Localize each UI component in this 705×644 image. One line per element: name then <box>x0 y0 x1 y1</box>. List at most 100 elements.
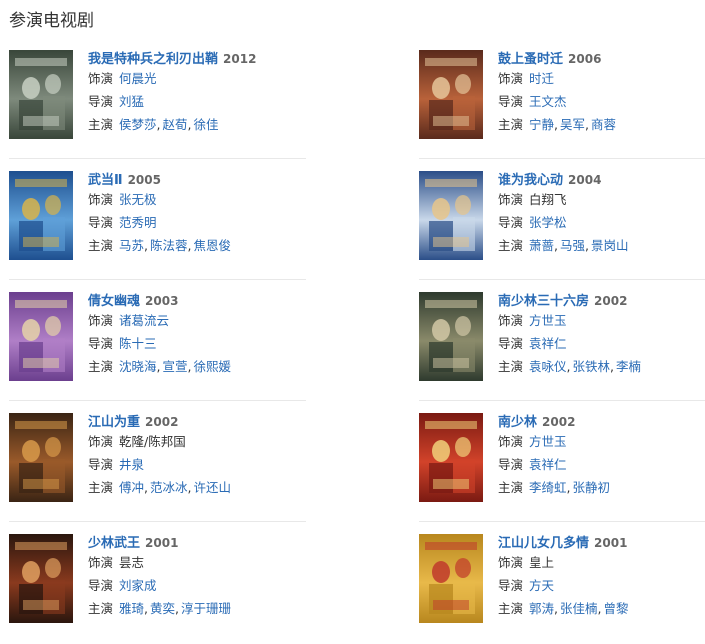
star-link[interactable]: 许还山 <box>194 480 232 495</box>
role-label: 饰演 <box>498 192 524 207</box>
drama-title-link[interactable]: 少林武王 <box>88 536 140 551</box>
star-link[interactable]: 萧蔷 <box>529 238 554 253</box>
drama-title-link[interactable]: 我是特种兵之利刃出鞘 <box>88 52 218 67</box>
star-link[interactable]: 马苏 <box>119 238 144 253</box>
drama-poster[interactable] <box>9 171 73 260</box>
director-link[interactable]: 袁祥仁 <box>529 336 567 351</box>
drama-title-link[interactable]: 倩女幽魂 <box>88 294 140 309</box>
role-name[interactable]: 时迁 <box>529 71 554 86</box>
star-separator: , <box>566 359 571 374</box>
star-link[interactable]: 张铁林 <box>573 359 611 374</box>
role-name[interactable]: 方世玉 <box>529 434 567 449</box>
role-name: 乾隆/陈邦国 <box>119 434 186 449</box>
director-label: 导演 <box>498 94 524 109</box>
drama-poster[interactable] <box>9 50 73 139</box>
star-link[interactable]: 李绮虹 <box>529 480 567 495</box>
star-link[interactable]: 张佳楠 <box>560 601 598 616</box>
stars-label: 主演 <box>498 117 524 132</box>
star-link[interactable]: 马强 <box>560 238 585 253</box>
star-link[interactable]: 徐佳 <box>194 117 219 132</box>
director-label: 导演 <box>498 336 524 351</box>
drama-poster[interactable] <box>419 50 483 139</box>
drama-poster[interactable] <box>9 413 73 502</box>
drama-title-link[interactable]: 南少林三十六房 <box>498 294 589 309</box>
role-row: 饰演 昙志 <box>88 551 306 574</box>
star-link[interactable]: 商蓉 <box>591 117 616 132</box>
director-link[interactable]: 王文杰 <box>529 94 567 109</box>
star-separator: , <box>156 117 161 132</box>
star-link[interactable]: 张静初 <box>573 480 611 495</box>
director-label: 导演 <box>498 215 524 230</box>
director-row: 导演 范秀明 <box>88 211 306 234</box>
drama-info: 我是特种兵之利刃出鞘 2012 饰演 何晨光 导演 刘猛 主演 侯梦莎, 赵荀, 徐佳 <box>88 50 306 136</box>
director-link[interactable]: 袁祥仁 <box>529 457 567 472</box>
drama-poster[interactable] <box>419 292 483 381</box>
director-row: 导演 井泉 <box>88 453 306 476</box>
drama-year: 2002 <box>145 415 179 429</box>
star-link[interactable]: 侯梦莎 <box>119 117 157 132</box>
stars-label: 主演 <box>498 480 524 495</box>
star-link[interactable]: 宁静 <box>529 117 554 132</box>
star-separator: , <box>554 601 559 616</box>
drama-poster[interactable] <box>9 292 73 381</box>
drama-title-link[interactable]: 江山为重 <box>88 415 140 430</box>
director-link[interactable]: 井泉 <box>119 457 144 472</box>
drama-year: 2003 <box>145 294 179 308</box>
star-link[interactable]: 陈法蓉 <box>150 238 188 253</box>
director-label: 导演 <box>88 457 114 472</box>
star-link[interactable]: 李楠 <box>616 359 641 374</box>
star-link[interactable]: 雅琦 <box>119 601 144 616</box>
drama-year: 2005 <box>127 173 161 187</box>
drama-item: 鼓上蚤时迁 2006 饰演 时迁 导演 王文杰 主演 宁静, 吴军, 商蓉 <box>419 50 705 160</box>
star-link[interactable]: 景岗山 <box>591 238 629 253</box>
drama-title-link[interactable]: 南少林 <box>498 415 537 430</box>
title-line: 我是特种兵之利刃出鞘 2012 <box>88 49 306 67</box>
star-separator: , <box>566 480 571 495</box>
title-line: 少林武王 2001 <box>88 533 306 551</box>
director-link[interactable]: 刘家成 <box>119 578 157 593</box>
star-link[interactable]: 曾黎 <box>604 601 629 616</box>
drama-year: 2002 <box>594 294 628 308</box>
star-link[interactable]: 宣萱 <box>163 359 188 374</box>
star-link[interactable]: 淳于珊珊 <box>181 601 231 616</box>
drama-year: 2001 <box>145 536 179 550</box>
director-row: 导演 刘家成 <box>88 574 306 597</box>
drama-poster[interactable] <box>9 534 73 623</box>
drama-item: 倩女幽魂 2003 饰演 诸葛流云 导演 陈十三 主演 沈晓海, 宣萱, 徐熙媛 <box>9 292 306 402</box>
drama-info: 南少林 2002 饰演 方世玉 导演 袁祥仁 主演 李绮虹, 张静初 <box>498 413 705 499</box>
star-link[interactable]: 焦恩俊 <box>194 238 232 253</box>
drama-poster[interactable] <box>419 534 483 623</box>
drama-info: 少林武王 2001 饰演 昙志 导演 刘家成 主演 雅琦, 黄奕, 淳于珊珊 <box>88 534 306 620</box>
role-row: 饰演 乾隆/陈邦国 <box>88 430 306 453</box>
role-name[interactable]: 张无极 <box>119 192 157 207</box>
star-link[interactable]: 傅冲 <box>119 480 144 495</box>
drama-title-link[interactable]: 鼓上蚤时迁 <box>498 52 563 67</box>
director-link[interactable]: 张学松 <box>529 215 567 230</box>
drama-title-link[interactable]: 江山儿女几多情 <box>498 536 589 551</box>
poster-art <box>419 50 483 139</box>
director-link[interactable]: 范秀明 <box>119 215 157 230</box>
director-row: 导演 王文杰 <box>498 90 705 113</box>
star-link[interactable]: 赵荀 <box>163 117 188 132</box>
drama-title-link[interactable]: 武当Ⅱ <box>88 173 123 188</box>
drama-poster[interactable] <box>419 413 483 502</box>
star-link[interactable]: 沈晓海 <box>119 359 157 374</box>
star-link[interactable]: 徐熙媛 <box>194 359 232 374</box>
role-name[interactable]: 何晨光 <box>119 71 157 86</box>
drama-poster[interactable] <box>419 171 483 260</box>
star-link[interactable]: 范冰冰 <box>150 480 188 495</box>
role-name[interactable]: 诸葛流云 <box>119 313 169 328</box>
role-name[interactable]: 方世玉 <box>529 313 567 328</box>
star-link[interactable]: 黄奕 <box>150 601 175 616</box>
role-row: 饰演 方世玉 <box>498 309 705 332</box>
title-line: 鼓上蚤时迁 2006 <box>498 49 705 67</box>
stars-label: 主演 <box>88 480 114 495</box>
star-link[interactable]: 吴军 <box>560 117 585 132</box>
star-link[interactable]: 袁咏仪 <box>529 359 567 374</box>
stars-row: 主演 侯梦莎, 赵荀, 徐佳 <box>88 113 306 136</box>
star-link[interactable]: 郭涛 <box>529 601 554 616</box>
director-link[interactable]: 陈十三 <box>119 336 157 351</box>
drama-title-link[interactable]: 谁为我心动 <box>498 173 563 188</box>
director-link[interactable]: 刘猛 <box>119 94 144 109</box>
director-link[interactable]: 方天 <box>529 578 554 593</box>
